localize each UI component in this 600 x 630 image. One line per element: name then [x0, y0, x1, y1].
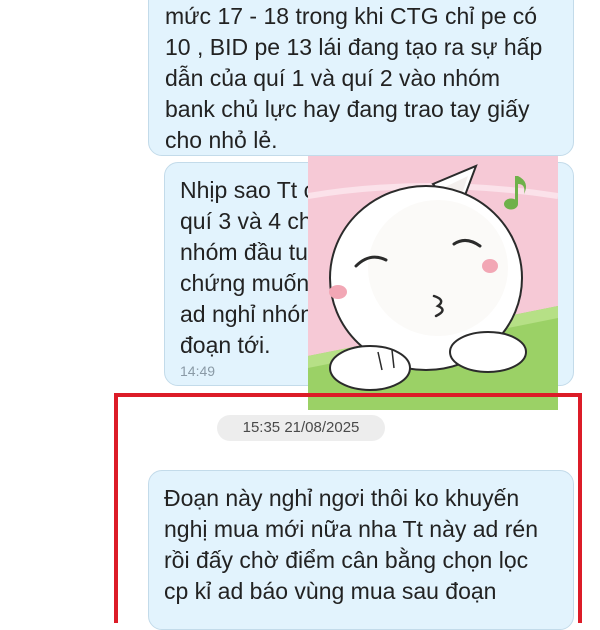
message-bubble[interactable]: mức 17 - 18 trong khi CTG chỉ pe có 10 ,…: [148, 0, 574, 156]
cat-sticker-icon[interactable]: [308, 156, 558, 410]
message-time: 14:49: [180, 363, 216, 379]
message-bubble[interactable]: Đoạn này nghỉ ngơi thôi ko khuyến nghị m…: [148, 470, 574, 630]
message-text: Đoạn này nghỉ ngơi thôi ko khuyến nghị m…: [164, 485, 538, 604]
message-text: mức 17 - 18 trong khi CTG chỉ pe có 10 ,…: [165, 3, 543, 153]
date-separator: 15:35 21/08/2025: [217, 415, 385, 441]
